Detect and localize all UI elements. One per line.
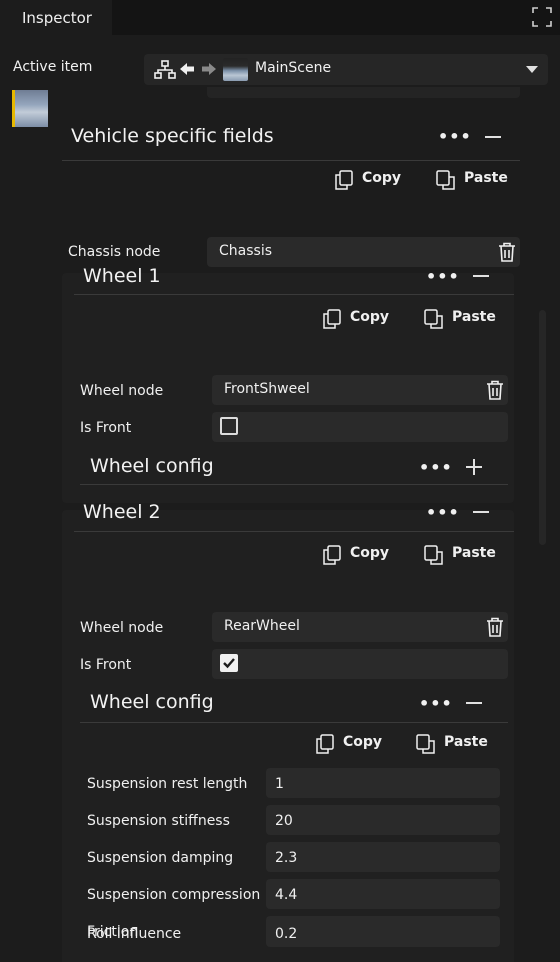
scene-thumbnail <box>223 58 248 81</box>
wheel-2-config-copy-label: Copy <box>343 734 383 750</box>
wheel-1-config-title: Wheel config <box>90 455 214 477</box>
wheel-1-paste-label: Paste <box>452 309 496 325</box>
wheel-1-config-plus-icon-v[interactable] <box>473 459 475 475</box>
inspector-content: Vehicle specific fields ••• Copy Paste C… <box>62 85 520 962</box>
divider <box>80 484 508 485</box>
wheel-2-is-front-field <box>212 649 508 679</box>
suspension-stiffness-label: Suspension stiffness <box>87 813 230 829</box>
divider <box>74 294 514 295</box>
wheel-1-node-label: Wheel node <box>80 383 164 399</box>
wheel-2-config-collapse-minus-icon[interactable] <box>466 702 482 704</box>
checkmark-icon <box>223 658 235 669</box>
divider <box>62 160 520 161</box>
wheel-2-is-front-checkbox[interactable] <box>220 654 238 672</box>
wheel-1-more-dots-icon[interactable]: ••• <box>426 267 460 286</box>
tab-inspector-label: Inspector <box>22 9 92 27</box>
wheel-1-collapse-minus-icon[interactable] <box>473 275 489 277</box>
vehicle-paste-label: Paste <box>464 170 508 186</box>
suspension-stiffness-value: 20 <box>275 813 293 829</box>
wheel-2-copy-label: Copy <box>350 545 390 561</box>
chassis-node-value: Chassis <box>219 243 272 259</box>
wheel-1-is-front-label: Is Front <box>80 420 132 436</box>
tab-bar: Inspector <box>0 0 560 36</box>
trash-icon[interactable] <box>486 380 504 404</box>
copy-icon <box>323 309 341 329</box>
wheel-1-copy-label: Copy <box>350 309 390 325</box>
hierarchy-icon[interactable] <box>154 60 176 84</box>
paste-icon <box>416 734 435 754</box>
roll-influence-label: Roll influence <box>87 926 182 942</box>
roll-influence-input[interactable]: 0.2 <box>266 918 500 947</box>
suspension-damping-value: 2.3 <box>275 850 298 866</box>
wheel-1-title: Wheel 1 <box>83 265 161 287</box>
selected-item-thumbnail[interactable] <box>12 90 48 127</box>
wheel-1-is-front-field <box>212 412 508 442</box>
wheel-1-is-front-checkbox[interactable] <box>220 417 238 435</box>
divider <box>74 531 514 532</box>
tab-inspector[interactable]: Inspector <box>0 0 112 36</box>
suspension-rest-length-value: 1 <box>275 776 284 792</box>
copy-icon <box>335 170 353 190</box>
scene-name: MainScene <box>255 60 332 76</box>
arrow-left-icon[interactable] <box>179 61 195 81</box>
wheel-2-more-dots-icon[interactable]: ••• <box>426 503 460 522</box>
vehicle-copy-label: Copy <box>362 170 402 186</box>
wheel-2-is-front-label: Is Front <box>80 657 132 673</box>
suspension-stiffness-input[interactable]: 20 <box>266 805 500 835</box>
wheel-2-node-label: Wheel node <box>80 620 164 636</box>
trash-icon[interactable] <box>486 617 504 641</box>
inspector-panel: Active item MainScene Vehicle specific f… <box>0 35 560 962</box>
wheel-1-node-value: FrontShweel <box>224 381 310 397</box>
wheel-1-node-field[interactable]: FrontShweel <box>212 375 508 405</box>
paste-icon <box>436 170 455 190</box>
wheel-2-node-field[interactable]: RearWheel <box>212 612 508 642</box>
suspension-rest-length-input[interactable]: 1 <box>266 768 500 798</box>
suspension-damping-input[interactable]: 2.3 <box>266 842 500 872</box>
vehicle-section-title: Vehicle specific fields <box>71 125 274 147</box>
vehicle-more-dots-icon[interactable]: ••• <box>438 127 472 146</box>
maximize-icon[interactable] <box>532 7 552 27</box>
chassis-node-field[interactable]: Chassis <box>207 237 520 267</box>
wheel-2-collapse-minus-icon[interactable] <box>473 511 489 513</box>
arrow-right-icon[interactable] <box>201 61 217 81</box>
suspension-compression-input[interactable]: 4.4 <box>266 879 500 909</box>
trash-icon[interactable] <box>498 242 516 266</box>
wheel-1-config-more-dots-icon[interactable]: ••• <box>419 458 453 477</box>
wheel-2-node-value: RearWheel <box>224 618 300 634</box>
roll-influence-value: 0.2 <box>275 926 298 942</box>
copy-icon <box>316 734 334 754</box>
wheel-2-paste-label: Paste <box>452 545 496 561</box>
partial-field <box>207 87 520 98</box>
wheel-2-title: Wheel 2 <box>83 501 161 523</box>
suspension-compression-value: 4.4 <box>275 887 298 903</box>
active-item-select[interactable]: MainScene <box>144 54 548 85</box>
paste-icon <box>424 545 443 565</box>
suspension-damping-label: Suspension damping <box>87 850 234 866</box>
suspension-rest-length-label: Suspension rest length <box>87 776 248 792</box>
wheel-2-config-paste-label: Paste <box>444 734 488 750</box>
vertical-scrollbar[interactable] <box>539 310 546 545</box>
active-item-label: Active item <box>13 59 93 75</box>
wheel-2-config-more-dots-icon[interactable]: ••• <box>419 694 453 713</box>
chevron-down-icon[interactable] <box>526 66 538 73</box>
paste-icon <box>424 309 443 329</box>
suspension-compression-label: Suspension compression <box>87 887 261 903</box>
vehicle-collapse-minus-icon[interactable] <box>485 136 501 138</box>
chassis-node-label: Chassis node <box>68 244 161 260</box>
divider <box>80 722 508 723</box>
copy-icon <box>323 545 341 565</box>
wheel-2-config-title: Wheel config <box>90 691 214 713</box>
